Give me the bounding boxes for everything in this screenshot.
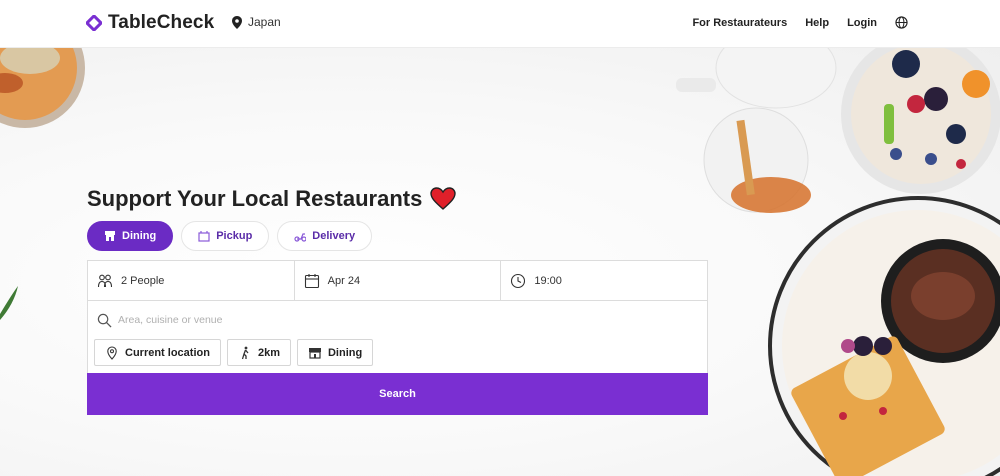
nav-help[interactable]: Help <box>805 17 829 29</box>
logo[interactable]: TableCheck <box>86 12 214 34</box>
tablecheck-logo-icon <box>86 15 102 31</box>
current-location-label: Current location <box>125 346 210 359</box>
tab-pickup-label: Pickup <box>216 230 253 242</box>
scooter-icon <box>294 233 307 242</box>
map-pin-icon <box>232 15 242 29</box>
service-tabs: Dining Pickup Delivery <box>87 221 373 251</box>
leaf-decoration-image <box>0 286 18 320</box>
hero-headline: Support Your Local Restaurants <box>87 186 457 212</box>
clock-icon <box>511 273 526 288</box>
people-icon <box>97 274 113 287</box>
booking-fields-row: 2 People Apr 24 19:00 <box>88 261 707 301</box>
walking-icon <box>241 346 249 359</box>
tab-delivery[interactable]: Delivery <box>277 221 373 251</box>
distance-chip[interactable]: 2km <box>226 339 291 366</box>
storefront-icon <box>308 347 321 359</box>
tab-dining-label: Dining <box>122 230 157 242</box>
calendar-icon <box>304 273 319 288</box>
search-button[interactable]: Search <box>87 373 708 415</box>
top-header: TableCheck Japan For Restaurateurs Help … <box>0 0 1000 48</box>
header-nav: For Restaurateurs Help Login <box>692 16 908 29</box>
logo-text: TableCheck <box>108 12 215 33</box>
nav-for-restaurateurs[interactable]: For Restaurateurs <box>692 17 787 29</box>
search-input[interactable] <box>118 314 618 326</box>
time-value: 19:00 <box>534 274 562 287</box>
tab-delivery-label: Delivery <box>312 230 356 242</box>
search-field-row <box>88 301 707 339</box>
nav-login[interactable]: Login <box>847 17 877 29</box>
tab-dining[interactable]: Dining <box>87 221 174 251</box>
region-selector[interactable]: Japan <box>232 15 281 29</box>
storefront-icon <box>105 231 115 241</box>
dining-type-chip[interactable]: Dining <box>296 339 374 366</box>
heart-icon <box>430 187 457 210</box>
region-label: Japan <box>248 15 281 29</box>
dining-type-label: Dining <box>327 346 363 359</box>
party-size-value: 2 People <box>121 274 165 287</box>
location-pin-icon <box>107 345 117 360</box>
distance-label: 2km <box>257 346 280 359</box>
globe-icon[interactable] <box>895 16 908 29</box>
party-size-selector[interactable]: 2 People <box>88 261 295 300</box>
filter-chips: Current location 2km Dining <box>88 339 707 366</box>
fruit-bowl-image <box>841 48 1000 194</box>
food-plate-top-left-image <box>0 48 85 128</box>
pickup-bag-icon <box>198 231 210 242</box>
headline-text: Support Your Local Restaurants <box>87 186 423 211</box>
tab-pickup[interactable]: Pickup <box>181 221 270 251</box>
current-location-chip[interactable]: Current location <box>94 339 221 366</box>
search-icon <box>97 313 112 328</box>
date-selector[interactable]: Apr 24 <box>295 261 502 300</box>
date-value: Apr 24 <box>327 274 361 287</box>
time-selector[interactable]: 19:00 <box>501 261 707 300</box>
waffle-plate-image <box>768 196 1000 476</box>
search-panel: 2 People Apr 24 19:00 Area, cuisine or v… <box>87 260 708 415</box>
